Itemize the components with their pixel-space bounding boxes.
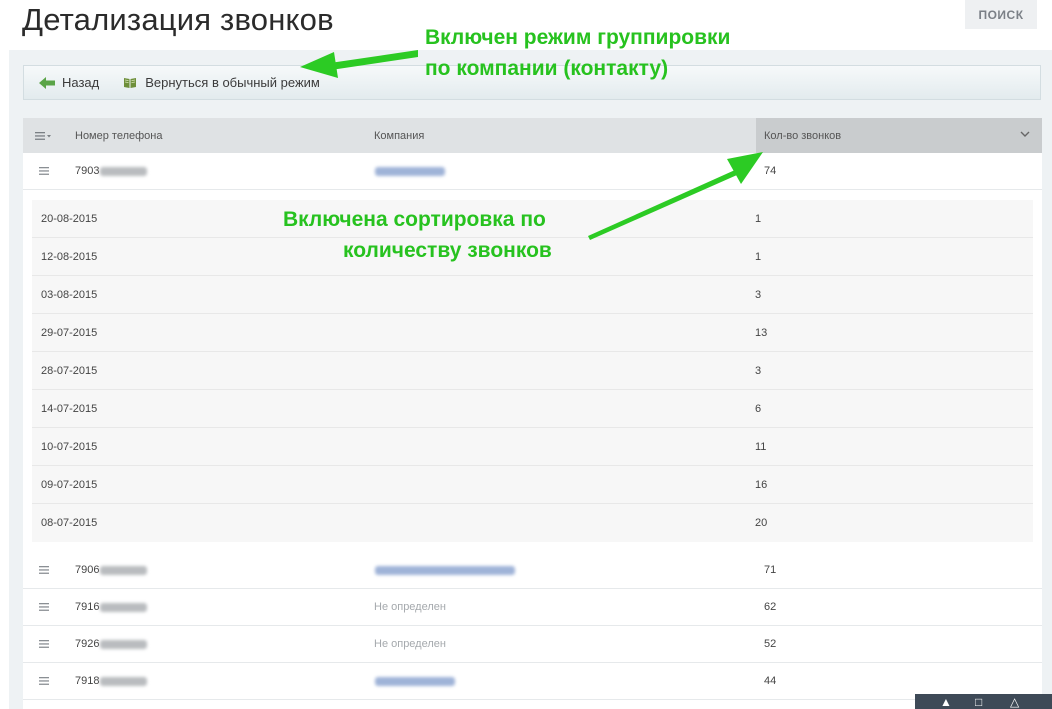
page-title: Детализация звонков: [22, 2, 334, 37]
detail-count: 3: [755, 364, 762, 377]
back-label: Назад: [62, 75, 100, 90]
company-link[interactable]: [374, 153, 445, 189]
company-cell: Не определен: [374, 638, 446, 650]
company-cell: Не определен: [374, 601, 446, 613]
detail-count: 3: [755, 288, 762, 301]
grouping-annotation-line1: Включен режим группировки: [425, 26, 731, 49]
grouping-annotation-line2: по компании (контакту): [425, 57, 669, 80]
count-cell: 71: [764, 564, 777, 576]
phone-obscured: [100, 166, 148, 176]
table-row[interactable]: 7918 44: [23, 663, 1042, 700]
bottom-right-toolbar: ▲ □ △: [915, 694, 1052, 709]
phone-prefix: 7903: [75, 165, 100, 177]
count-cell: 44: [764, 675, 777, 687]
sorting-annotation-line1: Включена сортировка по: [283, 208, 546, 231]
row-menu-icon[interactable]: [39, 626, 49, 662]
row-menu-icon[interactable]: [39, 153, 49, 189]
table-row[interactable]: 7916 Не определен 62: [23, 589, 1042, 626]
row-menu-icon[interactable]: [39, 663, 49, 699]
company-obscured: [375, 166, 445, 176]
detail-date: 08-07-2015: [41, 516, 98, 529]
phone-prefix: 7926: [75, 638, 100, 650]
column-header-count[interactable]: Кол-во звонков: [756, 118, 1042, 153]
detail-count: 11: [755, 440, 767, 453]
detail-count: 13: [755, 326, 768, 339]
table-row[interactable]: 7903 74: [23, 153, 1042, 190]
phone-obscured: [100, 565, 148, 575]
detail-row: 03-08-2015 3: [32, 276, 1033, 314]
phone-cell: 7926: [75, 626, 148, 662]
detail-date: 14-07-2015: [41, 402, 98, 415]
company-obscured: [375, 676, 455, 686]
up-icon[interactable]: △: [1010, 695, 1019, 709]
chevron-down-icon: [1020, 130, 1030, 141]
row-menu-icon[interactable]: [39, 552, 49, 588]
phone-obscured: [100, 676, 148, 686]
detail-row: 10-07-2015 11: [32, 428, 1033, 466]
column-header-count-label: Кол-во звонков: [764, 129, 842, 142]
detail-count: 1: [755, 212, 762, 225]
company-obscured: [375, 565, 515, 575]
table-row[interactable]: 7926 Не определен 52: [23, 626, 1042, 663]
book-icon: [124, 77, 137, 88]
table-row[interactable]: 7906 71: [23, 552, 1042, 589]
columns-menu-icon[interactable]: [35, 118, 51, 153]
detail-date: 28-07-2015: [41, 364, 98, 377]
detail-row: 08-07-2015 20: [32, 504, 1033, 542]
phone-cell: 7916: [75, 589, 148, 625]
detail-count: 16: [755, 478, 768, 491]
phone-obscured: [100, 639, 148, 649]
detail-count: 6: [755, 402, 762, 415]
count-cell: 62: [764, 601, 777, 613]
phone-cell: 7918: [75, 663, 148, 699]
detail-date: 03-08-2015: [41, 288, 98, 301]
detail-date: 12-08-2015: [41, 250, 98, 263]
column-header-phone[interactable]: Номер телефона: [75, 118, 162, 153]
table-header: Номер телефона Компания Кол-во звонков: [23, 118, 1042, 153]
phone-cell: 7903: [75, 153, 148, 189]
normal-mode-label: Вернуться в обычный режим: [145, 75, 320, 90]
phone-obscured: [100, 602, 148, 612]
detail-date: 09-07-2015: [41, 478, 98, 491]
sorting-annotation: Включена сортировка по количеству звонко…: [283, 204, 552, 266]
phone-prefix: 7916: [75, 601, 100, 613]
detail-row: 09-07-2015 16: [32, 466, 1033, 504]
normal-mode-button[interactable]: Вернуться в обычный режим: [123, 66, 320, 99]
grouping-annotation: Включен режим группировки по компании (к…: [425, 22, 730, 84]
search-button[interactable]: ПОИСК: [965, 0, 1037, 29]
company-link[interactable]: [374, 663, 455, 699]
person-icon[interactable]: ▲: [940, 695, 952, 709]
arrow-left-icon: [39, 76, 55, 89]
sorting-annotation-line2: количеству звонков: [343, 239, 552, 262]
detail-count: 1: [755, 250, 762, 263]
detail-row: 14-07-2015 6: [32, 390, 1033, 428]
company-link[interactable]: [374, 552, 515, 588]
detail-date: 10-07-2015: [41, 440, 98, 453]
phone-prefix: 7918: [75, 675, 100, 687]
detail-count: 20: [755, 516, 768, 529]
square-icon[interactable]: □: [975, 695, 982, 709]
detail-row: 29-07-2015 13: [32, 314, 1033, 352]
phone-cell: 7906: [75, 552, 148, 588]
back-button[interactable]: Назад: [39, 66, 99, 99]
count-cell: 74: [764, 165, 777, 177]
column-header-company[interactable]: Компания: [374, 118, 424, 153]
detail-date: 20-08-2015: [41, 212, 98, 225]
detail-row: 28-07-2015 3: [32, 352, 1033, 390]
phone-prefix: 7906: [75, 564, 100, 576]
detail-date: 29-07-2015: [41, 326, 98, 339]
row-menu-icon[interactable]: [39, 589, 49, 625]
count-cell: 52: [764, 638, 777, 650]
